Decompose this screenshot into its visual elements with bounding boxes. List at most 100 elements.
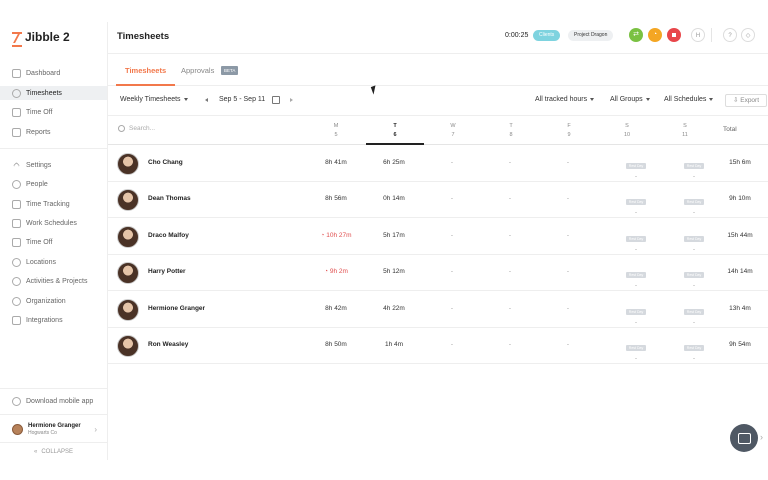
hours-cell-empty[interactable]: - [482, 195, 538, 202]
rest-day-cell[interactable]: Rest Day - [679, 300, 709, 326]
project-pill[interactable]: Project Dragon [568, 30, 614, 41]
sidebar-item-integrations[interactable]: Integrations [0, 313, 107, 327]
next-week-icon[interactable] [290, 98, 293, 102]
hours-cell-empty[interactable]: - [540, 341, 596, 348]
hours-cell-empty[interactable]: - [540, 232, 596, 239]
sidebar-item-locations[interactable]: Locations [0, 255, 107, 269]
hours-cell-empty[interactable]: - [424, 159, 480, 166]
rest-day-cell[interactable]: Rest Day - [679, 190, 709, 216]
table-row[interactable]: Harry Potter ◔ 9h 2m 5h 12m - - - Rest Day - Res… [108, 255, 768, 292]
hours-cell-empty[interactable]: - [540, 195, 596, 202]
app-logo[interactable]: Jibble 2 [12, 30, 70, 47]
table-row[interactable]: Dean Thomas 8h 56m 0h 14m - - - Rest Day - Rest … [108, 182, 768, 219]
table-row[interactable]: Hermione Granger 8h 42m 4h 22m - - - Rest Day -… [108, 292, 768, 328]
user-avatar-button[interactable]: H [691, 28, 705, 42]
stop-icon[interactable] [667, 28, 681, 42]
hours-cell-mon[interactable]: 8h 56m [308, 195, 364, 202]
avatar [117, 298, 139, 321]
employee-name[interactable]: Ron Weasley [148, 341, 188, 348]
hours-cell-empty[interactable]: - [482, 232, 538, 239]
chevron-right-icon[interactable]: › [760, 432, 763, 442]
hours-cell-empty[interactable]: - [482, 268, 538, 275]
sidebar-item-reports[interactable]: Reports [0, 125, 107, 139]
export-button[interactable]: ⇩ Export [725, 94, 767, 107]
employee-name[interactable]: Dean Thomas [148, 195, 191, 202]
date-range[interactable]: Sep 5 - Sep 11 [219, 96, 265, 103]
table-row[interactable]: Cho Chang 8h 41m 6h 25m - - - Rest Day - Rest Da… [108, 146, 768, 182]
view-dropdown[interactable]: Weekly Timesheets [120, 96, 188, 103]
hours-cell-empty[interactable]: - [424, 305, 480, 312]
employee-name[interactable]: Draco Malfoy [148, 232, 189, 239]
hours-cell-tue[interactable]: 1h 4m [366, 341, 422, 348]
sidebar-item-settings[interactable]: Settings [0, 158, 107, 172]
rest-day-cell[interactable]: Rest Day - [679, 263, 709, 289]
hours-cell-empty[interactable]: - [482, 305, 538, 312]
hours-cell-mon[interactable]: 8h 50m [308, 341, 364, 348]
rest-day-cell[interactable]: Rest Day - [621, 263, 651, 289]
tab-approvals[interactable]: Approvals [181, 66, 214, 75]
hours-cell-empty[interactable]: - [540, 159, 596, 166]
hours-cell-tue[interactable]: 4h 22m [366, 305, 422, 312]
sidebar-item-time-off[interactable]: Time Off [0, 105, 107, 119]
rest-day-cell[interactable]: Rest Day - [621, 154, 651, 180]
hours-cell-tue[interactable]: 5h 12m [366, 268, 422, 275]
current-user[interactable]: Hermione Granger Hogwarts Co › [0, 417, 107, 441]
hours-cell-empty[interactable]: - [424, 268, 480, 275]
sidebar-item-dashboard[interactable]: Dashboard [0, 66, 107, 80]
rest-day-cell[interactable]: Rest Day - [621, 300, 651, 326]
calendar-icon[interactable] [272, 96, 280, 104]
search-input[interactable]: Search... [118, 125, 155, 132]
rest-day-cell[interactable]: Rest Day - [621, 227, 651, 253]
hours-cell-empty[interactable]: - [540, 268, 596, 275]
sidebar-divider [0, 414, 107, 415]
hours-cell-empty[interactable]: - [482, 341, 538, 348]
sidebar-item-time-tracking[interactable]: Time Tracking [0, 197, 107, 211]
hours-cell-mon[interactable]: 8h 42m [308, 305, 364, 312]
notifications-icon[interactable]: ◇ [741, 28, 755, 42]
chat-icon[interactable] [730, 424, 758, 452]
switch-icon[interactable]: ⇄ [629, 28, 643, 42]
schedules-dropdown[interactable]: All Schedules [664, 96, 714, 103]
avatar [117, 225, 139, 248]
employee-name[interactable]: Hermione Granger [148, 305, 205, 312]
sidebar-item-organization[interactable]: Organization [0, 294, 107, 308]
location-icon [12, 257, 21, 267]
table-row[interactable]: Ron Weasley 8h 50m 1h 4m - - - Rest Day - Rest D… [108, 328, 768, 364]
sidebar-item-people[interactable]: People [0, 177, 107, 191]
break-icon[interactable]: ◔ [648, 28, 662, 42]
groups-dropdown[interactable]: All Groups [610, 96, 650, 103]
hours-cell-empty[interactable]: - [424, 341, 480, 348]
help-icon[interactable]: ? [723, 28, 737, 42]
hours-cell-empty[interactable]: - [482, 159, 538, 166]
day-letter: F [567, 123, 571, 129]
table-row[interactable]: Draco Malfoy ◔ 10h 27m 5h 17m - - - Rest Day - R… [108, 219, 768, 255]
employee-name[interactable]: Harry Potter [148, 268, 186, 275]
collapse-button[interactable]: « COLLAPSE [0, 446, 107, 458]
rest-day-cell[interactable]: Rest Day - [621, 336, 651, 362]
hours-cell-mon[interactable]: ◔ 9h 2m [308, 268, 364, 275]
sidebar-item-activities-projects[interactable]: Activities & Projects [0, 274, 107, 288]
prev-week-icon[interactable] [205, 98, 208, 102]
sidebar-item-work-schedules[interactable]: Work Schedules [0, 216, 107, 230]
download-mobile-app-link[interactable]: Download mobile app [0, 394, 107, 408]
rest-day-cell[interactable]: Rest Day - [679, 336, 709, 362]
hours-cell-tue[interactable]: 6h 25m [366, 159, 422, 166]
hours-cell-tue[interactable]: 5h 17m [366, 232, 422, 239]
employee-name[interactable]: Cho Chang [148, 159, 183, 166]
hours-cell-empty[interactable]: - [424, 195, 480, 202]
hours-cell-empty[interactable]: - [424, 232, 480, 239]
hours-cell-empty[interactable]: - [540, 305, 596, 312]
sidebar-item-timesheets[interactable]: Timesheets [0, 86, 107, 100]
rest-day-cell[interactable]: Rest Day - [621, 190, 651, 216]
total-cell: 14h 14m [727, 268, 753, 276]
rest-day-cell[interactable]: Rest Day - [679, 154, 709, 180]
tracked-hours-dropdown[interactable]: All tracked hours [535, 96, 595, 103]
clients-pill[interactable]: Clients [533, 30, 561, 41]
view-label: Weekly Timesheets [120, 96, 181, 103]
hours-cell-mon[interactable]: ◔ 10h 27m [308, 232, 364, 239]
sidebar-item-time-off-settings[interactable]: Time Off [0, 235, 107, 249]
tab-timesheets[interactable]: Timesheets [125, 66, 166, 75]
hours-cell-mon[interactable]: 8h 41m [308, 159, 364, 166]
rest-day-cell[interactable]: Rest Day - [679, 227, 709, 253]
hours-cell-tue[interactable]: 0h 14m [366, 195, 422, 202]
